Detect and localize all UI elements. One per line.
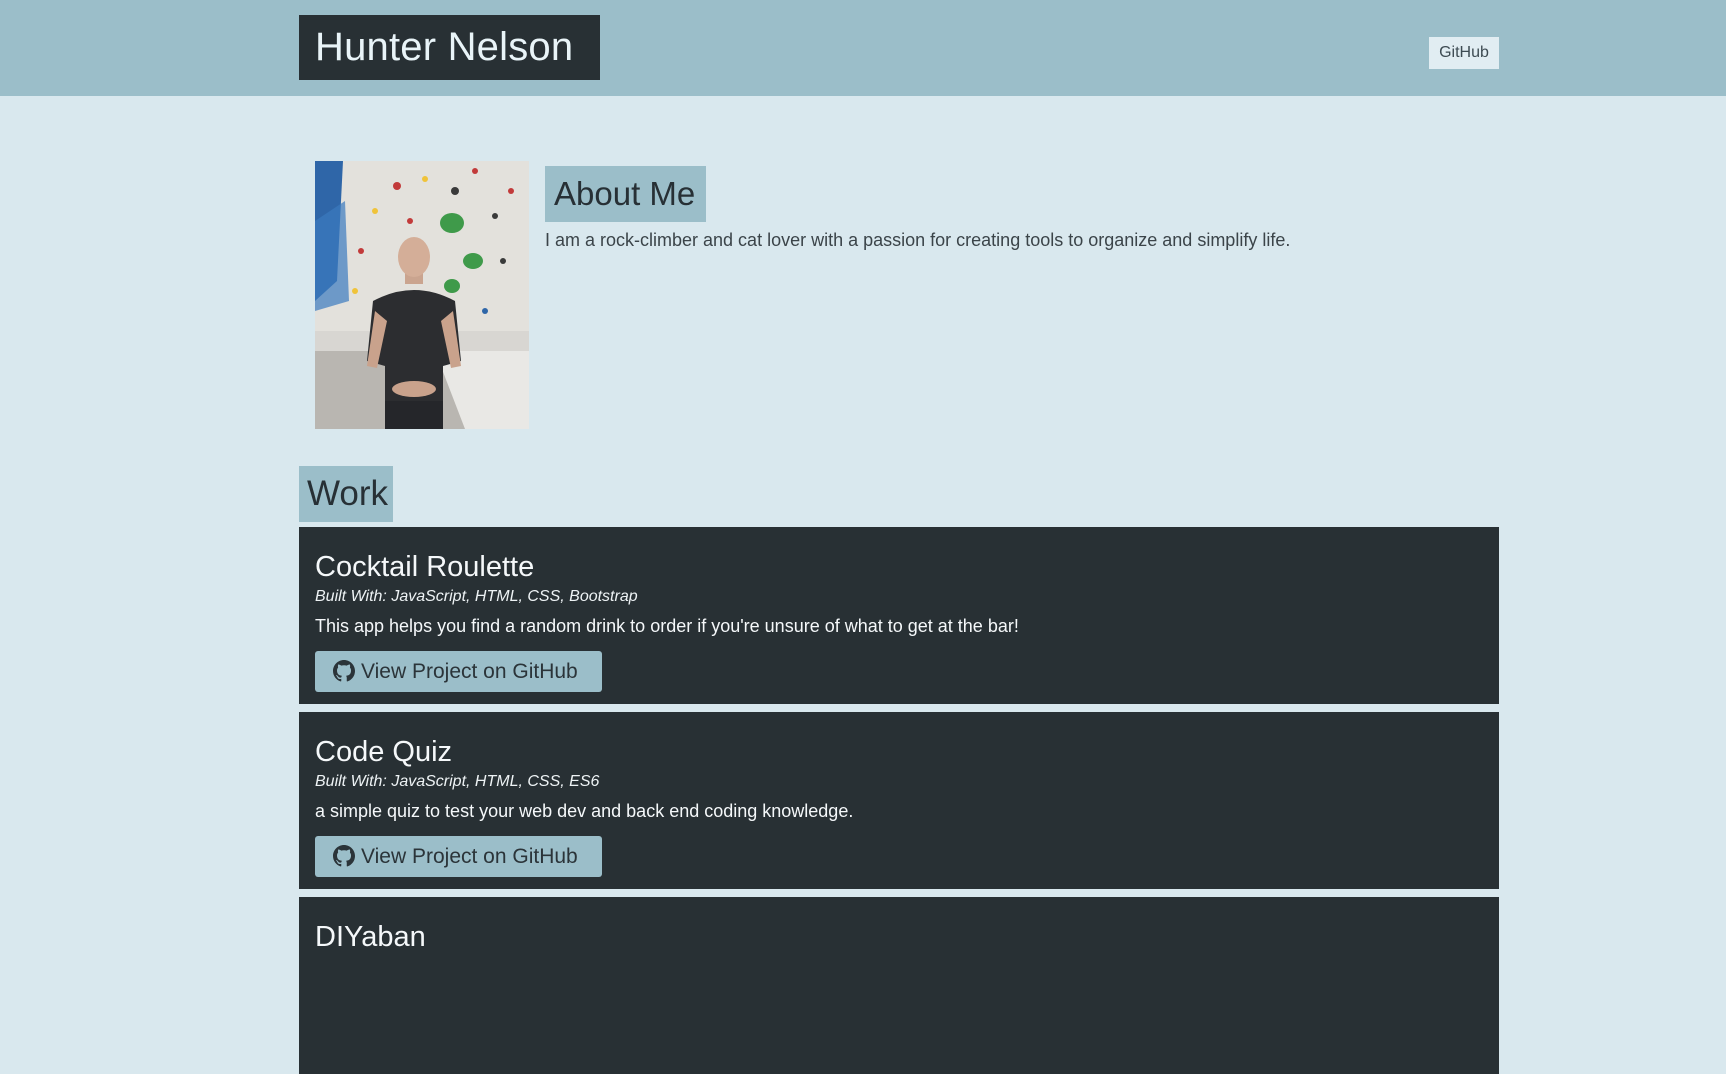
view-project-label: View Project on GitHub: [361, 660, 578, 683]
about-heading: About Me: [545, 166, 706, 222]
work-heading: Work: [299, 466, 393, 522]
github-icon: [333, 845, 355, 867]
project-title: Cocktail Roulette: [315, 551, 535, 583]
project-description: This app helps you find a random drink t…: [315, 616, 1019, 636]
project-card: Cocktail Roulette Built With: JavaScript…: [299, 527, 1499, 704]
project-description: a simple quiz to test your web dev and b…: [315, 801, 854, 821]
view-project-label: View Project on GitHub: [361, 845, 578, 868]
project-built-with: Built With: JavaScript, HTML, CSS, Boots…: [315, 588, 638, 605]
project-title: DIYaban: [315, 921, 426, 953]
site-header: Hunter Nelson GitHub: [0, 0, 1726, 96]
about-text: I am a rock-climber and cat lover with a…: [545, 230, 1291, 250]
project-card: Code Quiz Built With: JavaScript, HTML, …: [299, 712, 1499, 889]
project-built-with: Built With: JavaScript, HTML, CSS, ES6: [315, 773, 600, 790]
github-nav-link[interactable]: GitHub: [1429, 37, 1499, 69]
profile-photo: [315, 161, 529, 429]
site-title[interactable]: Hunter Nelson: [299, 15, 600, 80]
project-title: Code Quiz: [315, 736, 453, 768]
view-project-button[interactable]: View Project on GitHub: [315, 836, 602, 877]
view-project-button[interactable]: View Project on GitHub: [315, 651, 602, 692]
project-card: DIYaban: [299, 897, 1499, 1074]
github-icon: [333, 660, 355, 682]
